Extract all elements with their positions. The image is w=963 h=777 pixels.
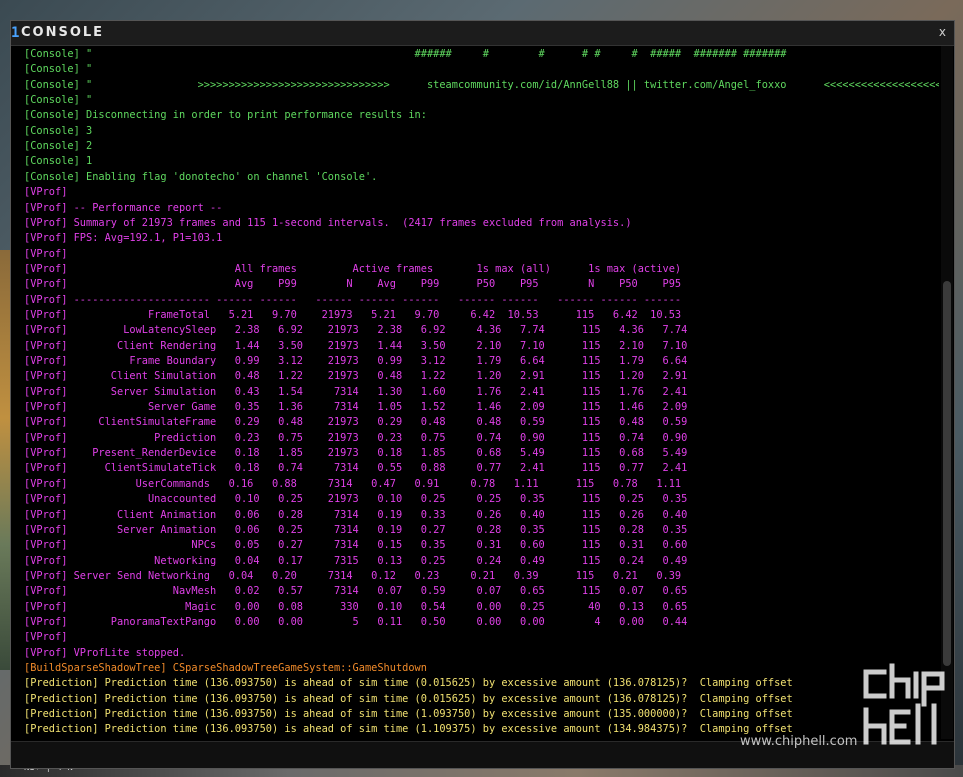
- log-line: [VProf] PanoramaTextPango 0.00 0.00 5 0.…: [24, 615, 688, 628]
- title-accent: 1: [11, 25, 20, 41]
- log-line: [VProf] Server Animation 0.06 0.25 7314 …: [24, 523, 688, 536]
- log-line: [VProf] All frames Active frames 1s max …: [24, 262, 682, 275]
- close-button[interactable]: x: [939, 25, 946, 39]
- log-line: [VProf] FPS: Avg=192.1, P1=103.1: [24, 232, 223, 245]
- log-line: [VProf] Summary of 21973 frames and 115 …: [24, 216, 632, 229]
- log-line: [VProf] Client Animation 0.06 0.28 7314 …: [24, 508, 688, 521]
- log-line: [VProf]: [24, 247, 68, 260]
- log-line: [Console] ": [24, 94, 93, 107]
- scrollbar-thumb[interactable]: [943, 281, 951, 666]
- log-line: [VProf] UserCommands 0.16 0.88 7314 0.47…: [24, 477, 682, 490]
- log-line: [VProf] ClientSimulateFrame 0.29 0.48 21…: [24, 416, 688, 429]
- log-line: [BuildSparseShadowTree] CSparseShadowTre…: [24, 662, 427, 674]
- log-line: [VProf] VProfLite stopped.: [24, 646, 186, 659]
- log-line: [Console] Enabling flag 'donotecho' on c…: [24, 170, 378, 183]
- log-line: [VProf]: [24, 631, 68, 644]
- log-line: [Prediction] Prediction time (136.093750…: [24, 692, 793, 705]
- log-line: [VProf] LowLatencySleep 2.38 6.92 21973 …: [24, 324, 688, 337]
- console-title: CONSOLE: [21, 25, 105, 40]
- log-line: [VProf] Server Simulation 0.43 1.54 7314…: [24, 385, 688, 398]
- log-line: [VProf] Avg P99 N Avg P99 P50 P95 N P50 …: [24, 278, 682, 291]
- log-line: [Console] 2: [24, 140, 93, 153]
- log-line: [VProf] FrameTotal 5.21 9.70 21973 5.21 …: [24, 308, 682, 321]
- log-line: [Prediction] Prediction time (136.093750…: [24, 708, 793, 721]
- log-line: [VProf] Server Send Networking 0.04 0.20…: [24, 569, 682, 582]
- log-line: [VProf] Client Simulation 0.48 1.22 2197…: [24, 370, 688, 383]
- console-log[interactable]: [Console] " ###### # # # # # ##### #####…: [11, 46, 939, 739]
- log-line: [VProf] ClientSimulateTick 0.18 0.74 731…: [24, 462, 688, 475]
- log-line: [VProf] Present_RenderDevice 0.18 1.85 2…: [24, 447, 688, 460]
- log-line: [VProf] Server Game 0.35 1.36 7314 1.05 …: [24, 401, 688, 414]
- chiphell-logo-icon: [863, 663, 945, 745]
- log-line: [VProf] NPCs 0.05 0.27 7314 0.15 0.35 0.…: [24, 539, 688, 552]
- console-window: 1 CONSOLE x [Console] " ###### # # # # #…: [10, 20, 955, 769]
- log-line: [Console] " >>>>>>>>>>>>>>>>>>>>>>>>>>>>…: [24, 78, 939, 91]
- log-line: [VProf] Unaccounted 0.10 0.25 21973 0.10…: [24, 493, 688, 506]
- log-scrollbar[interactable]: [941, 46, 953, 739]
- log-line: [Console] 3: [24, 124, 93, 137]
- log-line: [VProf] NavMesh 0.02 0.57 7314 0.07 0.59…: [24, 585, 688, 598]
- log-line: [VProf] Magic 0.00 0.08 330 0.10 0.54 0.…: [24, 600, 688, 613]
- log-line: [Console] ": [24, 63, 93, 76]
- log-line: [VProf] ---------------------- ------ --…: [24, 293, 682, 306]
- log-line: [Console] Disconnecting in order to prin…: [24, 109, 427, 122]
- console-titlebar[interactable]: 1 CONSOLE x: [11, 21, 954, 46]
- log-line: [Prediction] Prediction time (136.093750…: [24, 723, 793, 736]
- log-line: [VProf] Prediction 0.23 0.75 21973 0.23 …: [24, 431, 688, 444]
- watermark-url: www.chiphell.com: [740, 734, 858, 749]
- log-line: [VProf] Networking 0.04 0.17 7315 0.13 0…: [24, 554, 688, 567]
- log-line: [Console] " ###### # # # # # ##### #####…: [24, 48, 787, 60]
- log-line: [VProf] -- Performance report --: [24, 201, 223, 214]
- log-line: [VProf] Client Rendering 1.44 3.50 21973…: [24, 339, 688, 352]
- log-line: [VProf] Frame Boundary 0.99 3.12 21973 0…: [24, 355, 688, 367]
- log-line: [Prediction] Prediction time (136.093750…: [24, 677, 793, 690]
- log-line: [VProf]: [24, 186, 68, 199]
- log-line: [Console] 1: [24, 155, 93, 168]
